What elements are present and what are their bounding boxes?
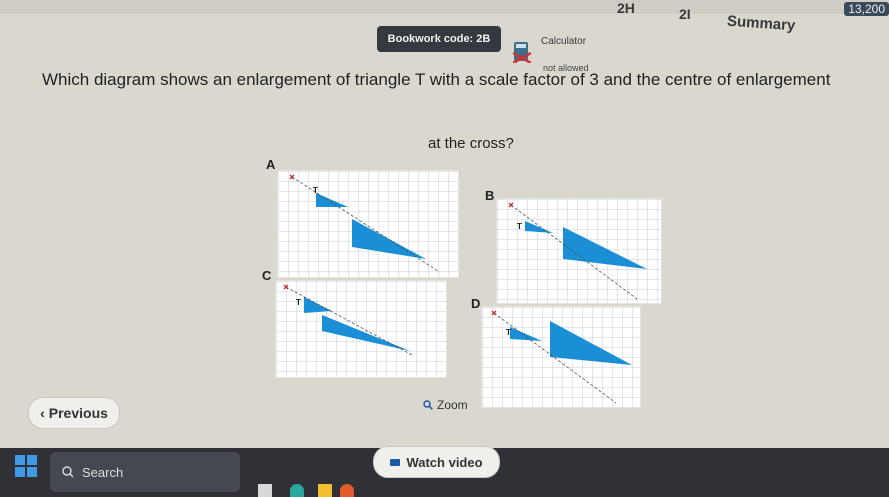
top-bar	[0, 0, 889, 14]
tab-summary[interactable]: Summary	[726, 13, 795, 35]
zoom-button[interactable]: Zoom	[423, 398, 468, 412]
bookwork-code-badge: Bookwork code: 2B	[377, 26, 501, 52]
taskbar-search-label: Search	[82, 464, 124, 480]
video-camera-icon	[390, 458, 401, 466]
triangle-t-label: T	[517, 222, 522, 231]
triangle-t-label: T	[506, 328, 511, 337]
question-text-line2: at the cross?	[428, 135, 514, 152]
magnifier-icon	[423, 400, 433, 410]
diagram-b[interactable]	[496, 198, 662, 304]
diagram-a[interactable]	[277, 170, 459, 278]
windows-logo-icon[interactable]	[14, 454, 38, 478]
taskbar-app-icon[interactable]	[340, 484, 354, 497]
diagram-c-label: C	[262, 268, 272, 283]
calculator-crossed-icon	[513, 42, 531, 63]
diagram-c[interactable]	[275, 280, 447, 378]
previous-button-label: Previous	[48, 405, 108, 421]
zoom-label: Zoom	[437, 398, 468, 412]
diagram-a-label: A	[266, 157, 276, 172]
bookwork-code-label: Bookwork code: 2B	[387, 33, 491, 45]
question-text: Which diagram shows an enlargement of tr…	[42, 70, 831, 89]
triangle-t-label: T	[296, 298, 301, 307]
taskbar-app-icon[interactable]	[290, 484, 304, 497]
taskbar-app-icon[interactable]	[258, 484, 272, 497]
tab-2h[interactable]: 2H	[617, 0, 635, 16]
previous-button[interactable]: ‹ Previous	[28, 397, 120, 429]
score-badge: 13,200	[844, 2, 889, 16]
watch-video-label: Watch video	[406, 454, 483, 470]
taskbar-app-icon[interactable]	[318, 484, 332, 497]
tab-2i[interactable]: 2I	[679, 6, 691, 22]
watch-video-button[interactable]: Watch video	[373, 446, 500, 478]
chevron-left-icon: ‹	[40, 405, 45, 421]
search-icon	[62, 466, 74, 478]
calculator-label: Calculator	[541, 36, 587, 47]
triangle-t-label: T	[313, 186, 318, 195]
diagram-d[interactable]	[481, 306, 641, 408]
taskbar-search[interactable]: Search	[50, 452, 240, 492]
diagram-b-label: B	[485, 188, 495, 203]
diagram-d-label: D	[471, 296, 481, 311]
